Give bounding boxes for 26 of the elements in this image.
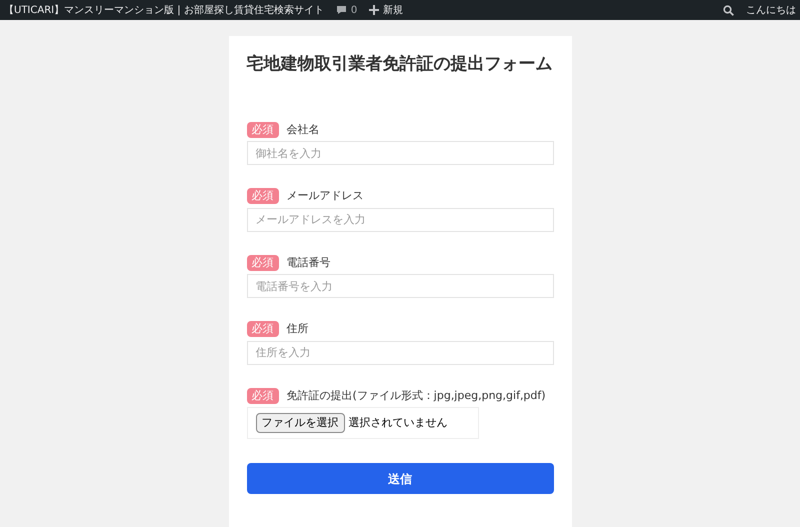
field-label: 会社名 bbox=[286, 122, 320, 138]
field-label: 電話番号 bbox=[286, 254, 330, 270]
required-badge: 必須 bbox=[246, 122, 278, 138]
field-label: 住所 bbox=[286, 321, 308, 337]
site-title-link[interactable]: 【UTICARI】マンスリーマンション版 | お部屋探し賃貸住宅検索サイト bbox=[4, 2, 324, 18]
plus-icon[interactable] bbox=[369, 5, 380, 15]
text-field[interactable]: 電話番号を入力 bbox=[246, 274, 554, 298]
new-link[interactable]: 新規 bbox=[383, 2, 404, 18]
file-status: 選択されていません bbox=[348, 414, 448, 431]
text-field[interactable]: 住所を入力 bbox=[246, 340, 554, 364]
required-badge: 必須 bbox=[246, 188, 278, 204]
comment-icon[interactable] bbox=[336, 5, 347, 15]
search-icon[interactable] bbox=[723, 4, 734, 16]
required-badge: 必須 bbox=[246, 388, 278, 404]
comment-count: 0 bbox=[350, 4, 358, 18]
choose-file-button[interactable]: ファイルを選択 bbox=[256, 412, 344, 434]
field-label: 免許証の提出(ファイル形式：jpg,jpeg,png,gif,pdf) bbox=[286, 388, 546, 404]
field-label: メールアドレス bbox=[286, 188, 364, 204]
required-badge: 必須 bbox=[246, 254, 278, 271]
greeting-text[interactable]: こんにちは bbox=[746, 2, 796, 18]
file-field[interactable]: ファイルを選択 選択されていません bbox=[246, 407, 478, 439]
form-title: 宅地建物取引業者免許証の提出フォーム bbox=[246, 53, 554, 76]
required-badge: 必須 bbox=[246, 321, 278, 338]
text-field[interactable]: 御社名を入力 bbox=[246, 141, 554, 165]
text-field[interactable]: メールアドレスを入力 bbox=[246, 208, 554, 232]
submit-button[interactable]: 送信 bbox=[246, 463, 554, 494]
